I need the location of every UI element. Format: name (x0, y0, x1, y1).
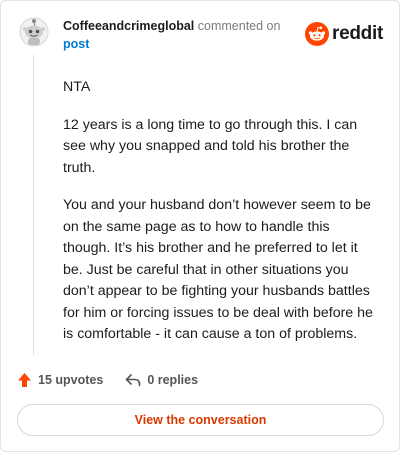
logo-wordmark: reddit (332, 23, 383, 44)
comment-card: Coffeeandcrimeglobal commented on post r… (0, 0, 400, 452)
action-text: commented on (197, 19, 281, 33)
reply-count: 0 replies (147, 373, 199, 387)
upvote-arrow-icon (18, 373, 31, 387)
reply-arrow-icon (126, 374, 141, 387)
username[interactable]: Coffeeandcrimeglobal (63, 19, 194, 33)
thread-line (33, 55, 34, 355)
comment-body: NTA 12 years is a long time to go throug… (63, 77, 379, 362)
upvote-action[interactable]: 15 upvotes (17, 372, 103, 388)
view-conversation-button[interactable]: View the conversation (17, 404, 384, 436)
comment-header: Coffeeandcrimeglobal commented on post (63, 17, 303, 53)
reddit-alien-icon (305, 22, 330, 46)
comment-paragraph: 12 years is a long time to go through th… (63, 116, 358, 176)
post-link[interactable]: post (63, 35, 303, 53)
comment-actions: 15 upvotes 0 replies (17, 370, 220, 390)
reply-action[interactable]: 0 replies (125, 373, 198, 387)
comment-paragraph: NTA (63, 79, 91, 95)
comment-paragraph: You and your husband don’t however seem … (63, 197, 373, 342)
reddit-logo[interactable]: reddit (305, 21, 383, 47)
snoo-avatar-icon[interactable] (19, 17, 49, 47)
upvote-count: 15 upvotes (38, 373, 104, 387)
